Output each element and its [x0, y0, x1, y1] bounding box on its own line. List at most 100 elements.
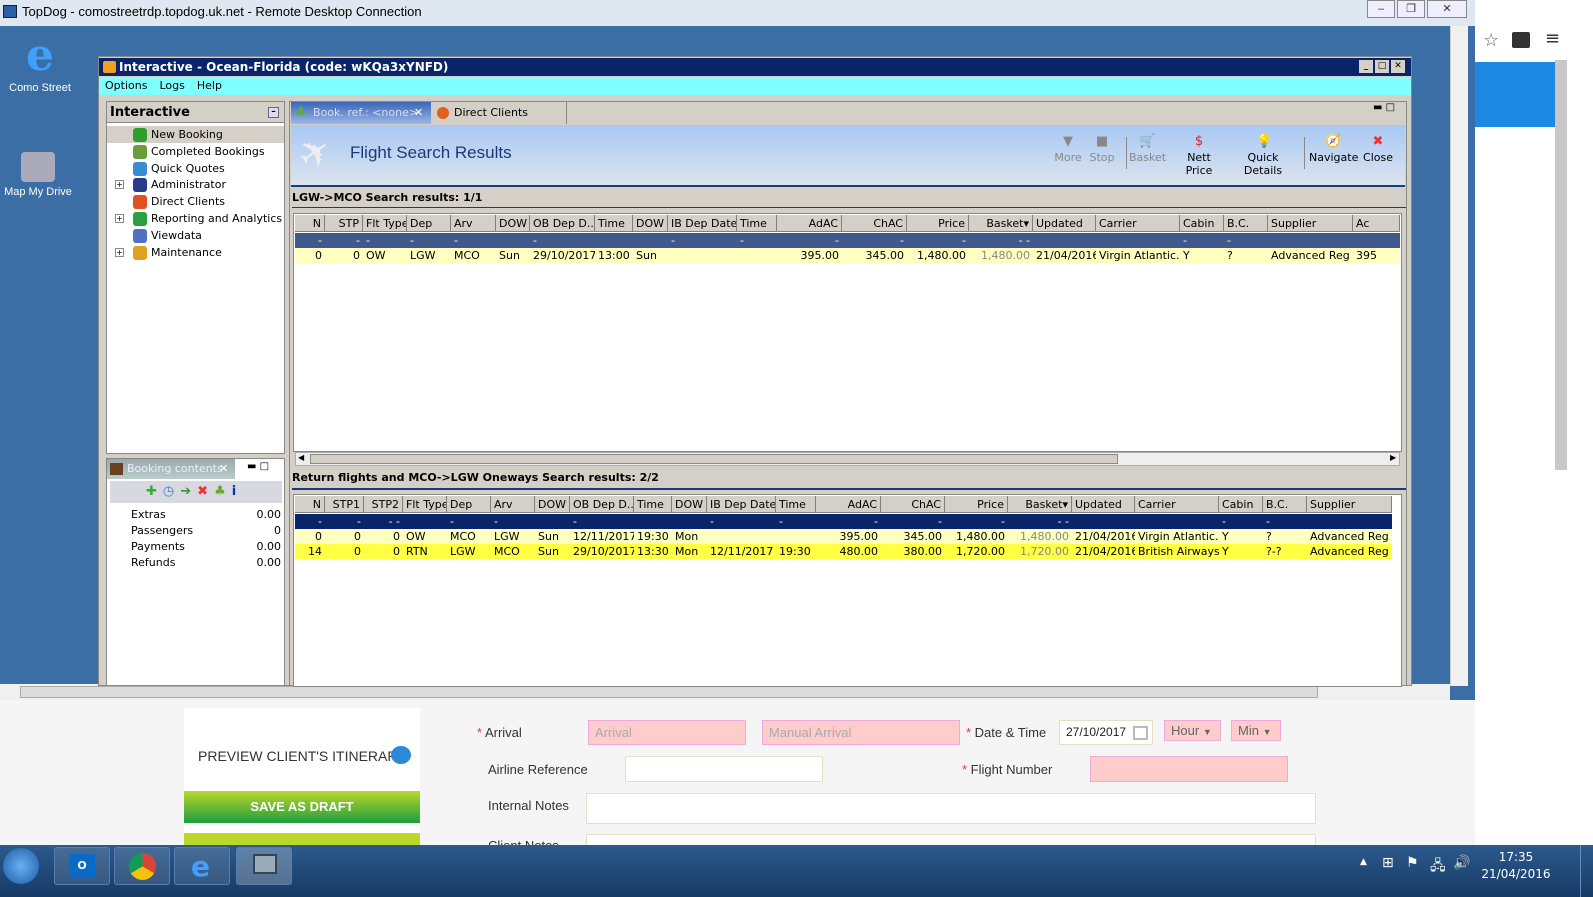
toolbar-close-button[interactable]: ✖ Close [1361, 135, 1395, 165]
column-header[interactable]: Time [776, 496, 816, 513]
taskbar-chrome[interactable] [114, 847, 170, 885]
column-header[interactable]: DOW [535, 496, 570, 513]
toolbar-stop-button[interactable]: ■ Stop [1085, 135, 1119, 165]
column-header[interactable]: N [295, 496, 325, 513]
minimize-icon[interactable]: ▬ [247, 461, 256, 472]
column-header[interactable]: DOW [672, 496, 707, 513]
column-header[interactable]: STP2 [364, 496, 403, 513]
tab-booking[interactable]: ♣ Book. ref.: <none> ✕ [291, 102, 431, 124]
close-button[interactable]: ✕ [1391, 60, 1405, 73]
minimize-button[interactable]: _ [1359, 60, 1373, 73]
column-header[interactable]: AdAC [777, 215, 842, 232]
column-header[interactable]: Dep [447, 496, 491, 513]
expand-icon[interactable]: + [115, 180, 124, 190]
column-header[interactable]: IB Dep Date [668, 215, 737, 232]
taskbar-outlook[interactable]: O [54, 847, 110, 885]
nav-item-reporting-and-analytics[interactable]: + Reporting and Analytics [115, 211, 282, 227]
basket-arrow-icon[interactable]: ➔ [180, 484, 197, 499]
info-icon[interactable]: i [232, 484, 242, 499]
minimize-button[interactable]: – [1367, 0, 1395, 18]
nav-item-new-booking[interactable]: New Booking [133, 127, 223, 143]
column-header[interactable]: Carrier [1135, 496, 1219, 513]
column-header[interactable]: Price [907, 215, 969, 232]
table-row[interactable]: 0 0 OW LGW MCO Sun 29/10/2017 13:00 Sun 395.00 345… [295, 248, 1400, 263]
show-hidden-icons[interactable]: ▲ [1360, 857, 1367, 867]
eye-icon[interactable] [391, 746, 411, 764]
toolbar-more-button[interactable]: ▼ More [1051, 135, 1085, 165]
maximize-button[interactable]: ❐ [1397, 0, 1425, 18]
desktop-icon-como-street[interactable]: e Como Street [0, 34, 80, 95]
column-header[interactable]: STP1 [325, 496, 364, 513]
nav-item-maintenance[interactable]: + Maintenance [115, 245, 222, 261]
date-input[interactable]: 27/10/2017 [1059, 720, 1153, 745]
column-header[interactable]: ChAC [881, 496, 945, 513]
scrollbar[interactable] [1555, 60, 1567, 470]
expand-icon[interactable]: + [115, 247, 124, 257]
filter-row[interactable]: --- ---------- --- [295, 514, 1392, 529]
menu-icon[interactable]: ≡ [1545, 28, 1560, 49]
expand-icon[interactable]: + [115, 214, 124, 223]
clock[interactable]: 17:35 21/04/2016 [1478, 849, 1554, 883]
column-header[interactable]: Carrier [1096, 215, 1180, 232]
toolbar-quick-details-button[interactable]: 💡 Quick Details [1231, 135, 1295, 178]
maximize-button[interactable]: □ [1375, 60, 1389, 73]
extensions-icon[interactable] [1512, 32, 1530, 48]
show-desktop-button[interactable] [1580, 845, 1593, 897]
calendar-icon[interactable] [1133, 726, 1148, 740]
column-header[interactable]: Flt Type [363, 215, 407, 232]
scrollbar-thumb[interactable] [310, 454, 1118, 464]
min-select[interactable]: Min ▼ [1231, 720, 1281, 741]
column-header[interactable]: Supplier [1268, 215, 1353, 232]
scroll-left-icon[interactable]: ◀ [298, 453, 304, 462]
arrival-input[interactable]: Arrival [588, 720, 746, 745]
column-header[interactable]: Time [737, 215, 777, 232]
column-header[interactable]: N [295, 215, 325, 232]
maximize-icon[interactable]: □ [260, 461, 269, 472]
menu-options[interactable]: Options [105, 77, 147, 95]
nav-item-direct-clients[interactable]: Direct Clients [133, 194, 225, 210]
column-header[interactable]: STP [325, 215, 363, 232]
column-header[interactable]: OB Dep D... [530, 215, 595, 232]
column-header[interactable]: Time [595, 215, 633, 232]
close-tab-icon[interactable]: ✕ [219, 459, 228, 479]
network-icon[interactable]: 🖧 [1430, 855, 1446, 879]
desktop-icon-map-my-drive[interactable]: Map My Drive [0, 152, 78, 198]
vertical-scrollbar[interactable] [1450, 26, 1468, 686]
column-header[interactable]: Cabin [1180, 215, 1224, 232]
internal-notes-textarea[interactable] [586, 793, 1316, 824]
scrollbar-thumb[interactable] [20, 686, 1318, 698]
preview-itinerary-link[interactable]: PREVIEW CLIENT'S ITINERARY [198, 748, 407, 764]
column-header[interactable]: Flt Type [403, 496, 447, 513]
collapse-icon[interactable]: – [268, 107, 279, 118]
taskbar-internet-explorer[interactable]: e [174, 847, 230, 885]
column-header[interactable]: IB Dep Date [707, 496, 776, 513]
column-header[interactable]: Arv [491, 496, 535, 513]
add-icon[interactable]: ✚ [146, 484, 163, 499]
column-header[interactable]: Basket▾ [969, 215, 1033, 232]
column-header[interactable]: AdAC [816, 496, 881, 513]
filter-row[interactable]: ------------ --- [295, 233, 1400, 248]
save-as-draft-button[interactable]: SAVE AS DRAFT [184, 791, 420, 823]
start-button[interactable] [3, 848, 39, 884]
table-row[interactable]: 0 0 0 OW MCO LGW Sun 12/11/2017 19:30 Mon 395.00 34… [295, 529, 1392, 544]
palm-icon[interactable]: ♣ [214, 484, 232, 499]
toolbar-navigate-button[interactable]: 🧭 Navigate [1309, 135, 1358, 165]
column-header[interactable]: Ac [1353, 215, 1400, 232]
delete-icon[interactable]: ✖ [197, 484, 214, 499]
booking-contents-tab[interactable]: Booking contents ✕ [107, 459, 235, 479]
column-header[interactable]: Arv [451, 215, 496, 232]
airline-reference-input[interactable] [625, 756, 823, 782]
column-header[interactable]: Dep [407, 215, 451, 232]
column-header[interactable]: Cabin [1219, 496, 1263, 513]
horizontal-scrollbar[interactable]: ◀ ▶ [295, 452, 1400, 466]
maximize-icon[interactable]: □ [1386, 102, 1395, 113]
volume-icon[interactable]: 🔊 [1453, 855, 1470, 871]
column-header[interactable]: OB Dep D... [570, 496, 634, 513]
menu-logs[interactable]: Logs [159, 77, 184, 95]
star-icon[interactable]: ☆ [1483, 30, 1499, 51]
column-header[interactable]: DOW [633, 215, 668, 232]
nav-item-administrator[interactable]: + Administrator [115, 177, 226, 193]
column-header[interactable]: B.C. [1224, 215, 1268, 232]
minimize-icon[interactable]: ▬ [1373, 102, 1382, 113]
taskbar-remote-desktop[interactable] [236, 847, 292, 885]
